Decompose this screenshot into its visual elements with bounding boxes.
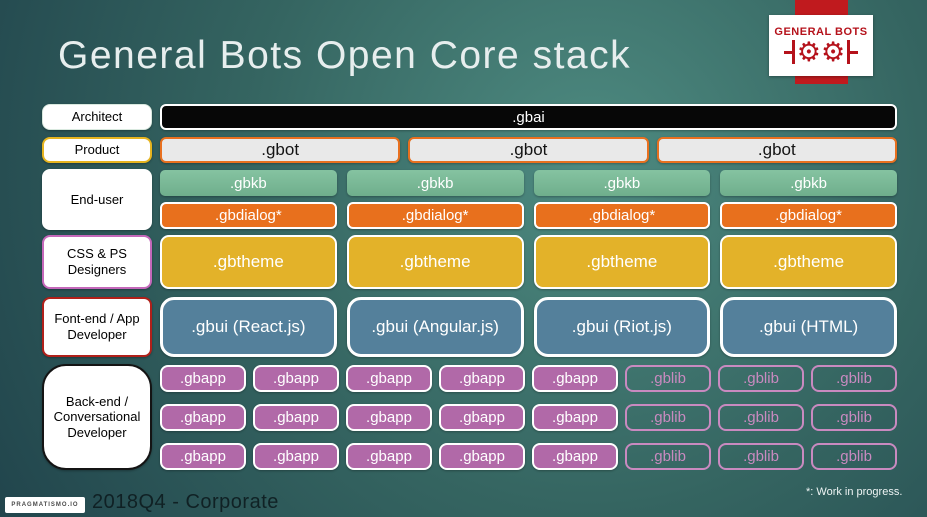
box-gblib: .gblib bbox=[811, 365, 897, 392]
box-gbapp: .gbapp bbox=[253, 404, 339, 431]
gear-bar-left bbox=[785, 40, 795, 64]
slide: General Bots Open Core stack GENERAL BOT… bbox=[0, 0, 927, 517]
box-gbui-html: .gbui (HTML) bbox=[720, 297, 897, 357]
box-gbdialog: .gbdialog* bbox=[160, 202, 337, 229]
box-gbtheme: .gbtheme bbox=[346, 235, 524, 289]
gear-icon: ⚙ bbox=[821, 36, 846, 68]
box-gbui-riot: .gbui (Riot.js) bbox=[533, 297, 711, 357]
row-backend-3: .gbapp .gbapp .gbapp .gbapp .gbapp .gbli… bbox=[160, 443, 897, 470]
label-backend-conversational-developer: Back-end / Conversational Developer bbox=[42, 364, 152, 470]
gear-icon: ⚙ bbox=[796, 36, 821, 68]
gear-bar-right bbox=[847, 40, 856, 64]
box-gbtheme: .gbtheme bbox=[720, 235, 897, 289]
box-gbapp: .gbapp bbox=[532, 443, 618, 470]
box-gbdialog: .gbdialog* bbox=[346, 202, 524, 229]
row-backend-2: .gbapp .gbapp .gbapp .gbapp .gbapp .gbli… bbox=[160, 404, 897, 431]
box-gblib: .gblib bbox=[811, 443, 897, 470]
box-gbapp: .gbapp bbox=[346, 404, 432, 431]
box-gbapp: .gbapp bbox=[346, 443, 432, 470]
box-gbot: .gbot bbox=[656, 137, 897, 163]
row-gbtheme: .gbtheme .gbtheme .gbtheme .gbtheme bbox=[160, 235, 897, 289]
box-gbapp: .gbapp bbox=[253, 443, 339, 470]
row-gbai: .gbai bbox=[160, 104, 897, 130]
logo-brand-text: GENERAL BOTS bbox=[774, 25, 868, 38]
box-gbkb: .gbkb bbox=[160, 170, 337, 196]
box-gbai: .gbai bbox=[160, 104, 897, 130]
box-gbot: .gbot bbox=[160, 137, 401, 163]
label-architect: Architect bbox=[42, 104, 152, 130]
row-gbkb: .gbkb .gbkb .gbkb .gbkb bbox=[160, 170, 897, 196]
box-gbui-react: .gbui (React.js) bbox=[160, 297, 337, 357]
box-gbui-angular: .gbui (Angular.js) bbox=[346, 297, 524, 357]
box-gbapp: .gbapp bbox=[160, 443, 246, 470]
box-gbkb: .gbkb bbox=[533, 170, 711, 196]
box-gbdialog: .gbdialog* bbox=[720, 202, 897, 229]
box-gbapp: .gbapp bbox=[160, 404, 246, 431]
box-gbtheme: .gbtheme bbox=[533, 235, 711, 289]
box-gbtheme: .gbtheme bbox=[160, 235, 337, 289]
label-frontend-app-developer: Font-end / App Developer bbox=[42, 297, 152, 357]
box-gbapp: .gbapp bbox=[160, 365, 246, 392]
box-gbapp: .gbapp bbox=[253, 365, 339, 392]
box-gblib: .gblib bbox=[718, 404, 804, 431]
row-gbot: .gbot .gbot .gbot bbox=[160, 137, 897, 163]
box-gbot: .gbot bbox=[408, 137, 649, 163]
box-gbapp: .gbapp bbox=[439, 443, 525, 470]
box-gblib: .gblib bbox=[718, 443, 804, 470]
page-title: General Bots Open Core stack bbox=[58, 34, 632, 77]
label-end-user: End-user bbox=[42, 169, 152, 230]
box-gblib: .gblib bbox=[811, 404, 897, 431]
row-backend-1: .gbapp .gbapp .gbapp .gbapp .gbapp .gbli… bbox=[160, 365, 897, 392]
pragmatismo-logo: PRAGMATISMO.IO bbox=[5, 497, 85, 513]
box-gbkb: .gbkb bbox=[346, 170, 524, 196]
box-gblib: .gblib bbox=[625, 365, 711, 392]
gears-icon: ⚙ ⚙ bbox=[785, 36, 856, 68]
work-in-progress-note: *: Work in progress. bbox=[806, 486, 903, 498]
row-gbui: .gbui (React.js) .gbui (Angular.js) .gbu… bbox=[160, 297, 897, 357]
box-gblib: .gblib bbox=[625, 443, 711, 470]
box-gblib: .gblib bbox=[718, 365, 804, 392]
box-gbapp: .gbapp bbox=[439, 404, 525, 431]
box-gbapp: .gbapp bbox=[532, 365, 618, 392]
box-gbkb: .gbkb bbox=[720, 170, 897, 196]
general-bots-logo: GENERAL BOTS ⚙ ⚙ bbox=[769, 15, 873, 76]
footer-caption: 2018Q4 - Corporate bbox=[92, 491, 279, 513]
label-product: Product bbox=[42, 137, 152, 163]
box-gblib: .gblib bbox=[625, 404, 711, 431]
row-gbdialog: .gbdialog* .gbdialog* .gbdialog* .gbdial… bbox=[160, 202, 897, 229]
box-gbapp: .gbapp bbox=[439, 365, 525, 392]
box-gbapp: .gbapp bbox=[532, 404, 618, 431]
box-gbdialog: .gbdialog* bbox=[533, 202, 711, 229]
box-gbapp: .gbapp bbox=[346, 365, 432, 392]
label-css-ps-designers: CSS & PS Designers bbox=[42, 235, 152, 289]
